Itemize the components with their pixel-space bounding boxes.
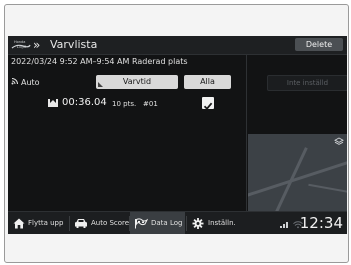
clock: 12:34	[299, 214, 343, 232]
home-icon	[13, 218, 25, 229]
honda-logo-icon: Honda LogR	[11, 40, 31, 49]
map-layers-icon[interactable]	[334, 137, 344, 147]
nav-installningar[interactable]: Inställn.	[187, 212, 243, 234]
auto-indicator: Auto	[11, 77, 40, 89]
panel-divider	[246, 55, 247, 211]
lap-checkbox[interactable]	[202, 97, 214, 111]
phone-signal-icon	[280, 222, 288, 228]
auto-label: Auto	[21, 78, 40, 87]
gear-icon	[192, 218, 204, 229]
car-icon	[75, 219, 87, 228]
nav-flytta-upp[interactable]: Flytta upp	[8, 212, 68, 234]
nav-label: Inställn.	[208, 219, 236, 227]
nav-label: Flytta upp	[28, 219, 64, 227]
map-road	[308, 183, 347, 197]
nav-data-log[interactable]: Data Log	[130, 212, 185, 234]
nav-label: Data Log	[151, 219, 183, 227]
map-view[interactable]	[248, 134, 347, 211]
delete-button[interactable]: Delete	[295, 38, 343, 51]
car-display-screen: Honda LogR » Varvlista Delete 2022/03/24…	[8, 36, 347, 234]
tab-alla[interactable]: Alla	[184, 75, 231, 89]
trophy-icon	[48, 99, 58, 107]
tab-label: Varvtid	[122, 77, 152, 86]
tab-label: Alla	[200, 77, 215, 86]
header-bar: Honda LogR » Varvlista Delete	[8, 36, 347, 55]
inte-installd-button[interactable]: Inte inställd	[267, 75, 347, 91]
chevron-right-icon: »	[33, 38, 41, 52]
lap-number: #01	[143, 100, 158, 108]
map-road	[271, 147, 308, 211]
dropdown-corner-icon	[98, 82, 103, 87]
tab-varvtid[interactable]: Varvtid	[96, 75, 178, 89]
lap-time: 00:36.04	[62, 97, 107, 108]
svg-text:LogR: LogR	[17, 44, 27, 49]
nav-label: Auto Score	[91, 219, 130, 227]
page-title: Varvlista	[50, 38, 98, 51]
data-log-flag-icon	[135, 218, 148, 229]
checkmark-icon	[203, 102, 213, 111]
signal-icon	[11, 77, 21, 89]
map-road	[248, 152, 347, 199]
lap-points: 10 pts.	[112, 100, 137, 108]
lap-list-item[interactable]: 00:36.04 10 pts. #01	[8, 96, 246, 112]
bottom-navigation-bar: Flytta upp Auto Score Data Log Inställn.…	[8, 211, 347, 234]
nav-auto-score[interactable]: Auto Score	[70, 212, 130, 234]
session-date-range: 2022/03/24 9:52 AM–9:54 AM Raderad plats	[11, 57, 188, 66]
